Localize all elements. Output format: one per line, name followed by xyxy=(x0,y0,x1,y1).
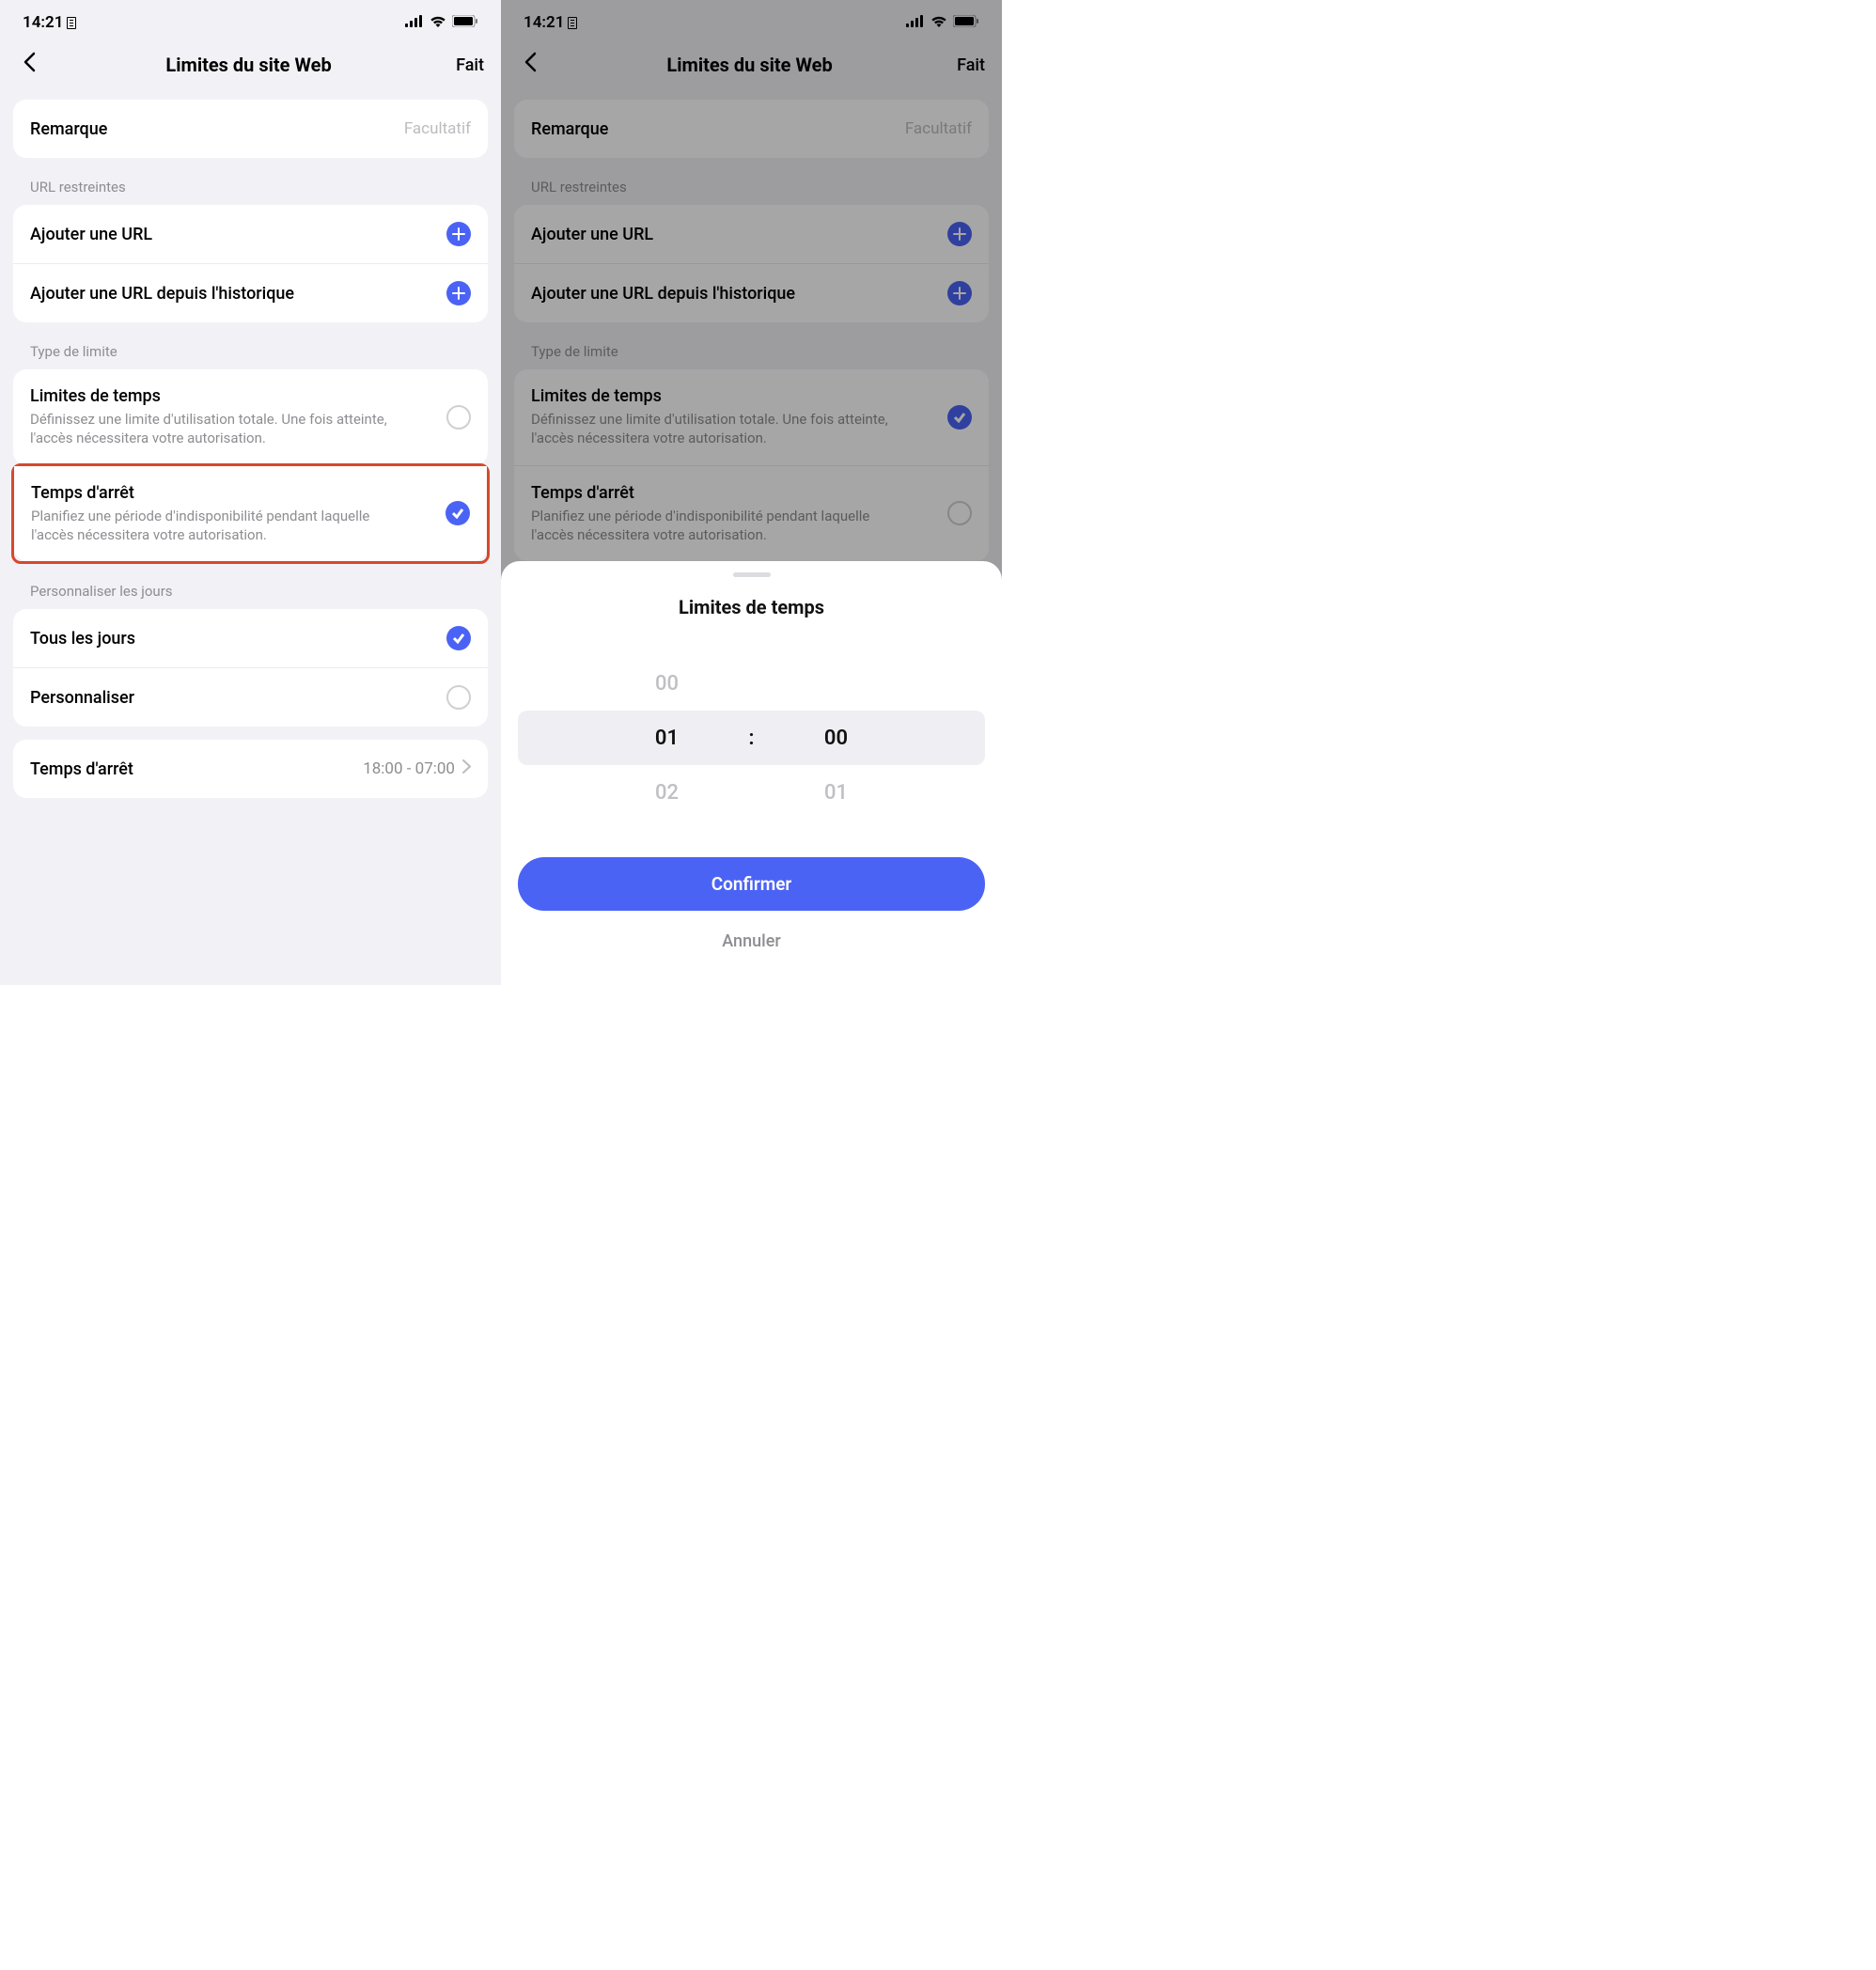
picker-hour-prev: 00 xyxy=(602,672,733,696)
url-section-header: URL restreintes xyxy=(13,158,488,205)
remark-label: Remarque xyxy=(30,119,107,139)
time-picker[interactable]: 00 01 : 00 02 01 xyxy=(501,656,1002,820)
add-url-row[interactable]: Ajouter une URL xyxy=(13,205,488,263)
nav-bar: Limites du site Web Fait xyxy=(501,38,1002,100)
remark-placeholder: Facultatif xyxy=(404,119,471,138)
downtime-option[interactable]: Temps d'arrêt Planifiez une période d'in… xyxy=(514,465,989,562)
picker-hour-next: 02 xyxy=(602,781,733,805)
confirm-button[interactable]: Confirmer xyxy=(518,857,985,911)
limit-type-header: Type de limite xyxy=(13,322,488,369)
downtime-schedule-row[interactable]: Temps d'arrêt 18:00 - 07:00 xyxy=(13,740,488,798)
downtime-value: 18:00 - 07:00 xyxy=(363,759,455,778)
signal-icon xyxy=(906,13,925,32)
nav-bar: Limites du site Web Fait xyxy=(0,38,501,100)
radio-checked-icon xyxy=(446,626,471,650)
status-time: 14:21 xyxy=(23,13,63,32)
doc-icon xyxy=(568,17,577,29)
downtime-highlight: Temps d'arrêt Planifiez une période d'in… xyxy=(11,463,490,565)
wifi-icon xyxy=(930,13,947,32)
time-limits-option[interactable]: Limites de temps Définissez une limite d… xyxy=(514,369,989,465)
add-url-history-row[interactable]: Ajouter une URL depuis l'historique xyxy=(514,263,989,322)
doc-icon xyxy=(67,17,76,29)
radio-unchecked-icon xyxy=(446,685,471,710)
sheet-handle[interactable] xyxy=(733,572,771,577)
status-bar: 14:21 xyxy=(501,0,1002,38)
done-button[interactable]: Fait xyxy=(957,55,985,75)
done-button[interactable]: Fait xyxy=(456,55,484,75)
plus-icon xyxy=(947,281,972,305)
signal-icon xyxy=(405,13,424,32)
page-title: Limites du site Web xyxy=(41,54,456,76)
status-bar: 14:21 xyxy=(0,0,501,38)
days-header: Personnaliser les jours xyxy=(13,562,488,609)
plus-icon xyxy=(446,222,471,246)
battery-icon xyxy=(953,13,979,32)
page-title: Limites du site Web xyxy=(542,54,957,76)
radio-unchecked-icon xyxy=(947,501,972,525)
plus-icon xyxy=(947,222,972,246)
plus-icon xyxy=(446,281,471,305)
picker-min-selected: 00 xyxy=(771,727,902,750)
picker-hour-selected: 01 xyxy=(602,727,733,750)
screen-right: 14:21 Limites du site Web Fait Remarque … xyxy=(501,0,1002,985)
screen-left: 14:21 Limites du site Web Fait Remarque … xyxy=(0,0,501,985)
add-url-row[interactable]: Ajouter une URL xyxy=(514,205,989,263)
custom-days-option[interactable]: Personnaliser xyxy=(13,667,488,727)
remark-input[interactable]: Remarque Facultatif xyxy=(13,100,488,158)
radio-checked-icon xyxy=(446,501,470,525)
add-url-history-row[interactable]: Ajouter une URL depuis l'historique xyxy=(13,263,488,322)
radio-checked-icon xyxy=(947,405,972,430)
all-days-option[interactable]: Tous les jours xyxy=(13,609,488,667)
time-limits-option[interactable]: Limites de temps Définissez une limite d… xyxy=(13,369,488,465)
chevron-right-icon xyxy=(462,759,471,778)
back-button[interactable] xyxy=(17,47,41,83)
back-button[interactable] xyxy=(518,47,542,83)
remark-input[interactable]: Remarque Facultatif xyxy=(514,100,989,158)
battery-icon xyxy=(452,13,478,32)
status-time: 14:21 xyxy=(524,13,564,32)
wifi-icon xyxy=(430,13,446,32)
cancel-button[interactable]: Annuler xyxy=(501,926,1002,957)
radio-unchecked-icon xyxy=(446,405,471,430)
picker-min-next: 01 xyxy=(771,781,902,805)
time-picker-sheet: Limites de temps 00 01 : 00 02 01 xyxy=(501,561,1002,985)
downtime-option[interactable]: Temps d'arrêt Planifiez une période d'in… xyxy=(14,466,487,562)
sheet-title: Limites de temps xyxy=(501,596,1002,618)
